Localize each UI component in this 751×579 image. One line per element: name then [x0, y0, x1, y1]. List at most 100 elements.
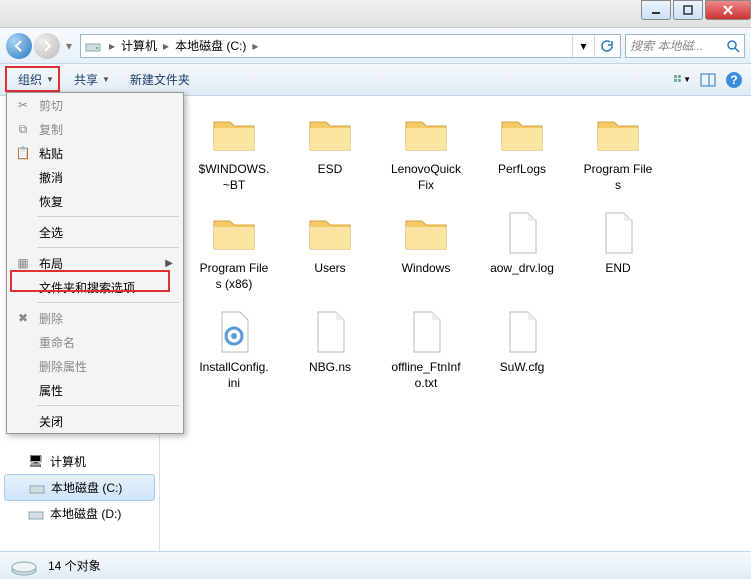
file-icon: [210, 308, 258, 356]
preview-pane-button[interactable]: [699, 71, 717, 89]
sidebar-item-label: 本地磁盘 (C:): [51, 479, 122, 496]
menu-properties[interactable]: 属性: [7, 378, 183, 402]
menu-label: 全选: [39, 224, 63, 241]
item-label: $WINDOWS.~BT: [198, 162, 270, 193]
folder-icon: [402, 110, 450, 158]
folder-icon: [210, 110, 258, 158]
menu-remove-props[interactable]: 删除属性: [7, 354, 183, 378]
item-label: PerfLogs: [498, 162, 546, 178]
file-icon: [498, 209, 546, 257]
file-item[interactable]: Windows: [386, 205, 466, 296]
back-button[interactable]: [6, 33, 32, 59]
help-button[interactable]: ?: [725, 71, 743, 89]
menu-label: 复制: [39, 121, 63, 138]
menu-layout[interactable]: ▦布局▶: [7, 251, 183, 275]
close-button[interactable]: [705, 0, 751, 20]
menu-close[interactable]: 关闭: [7, 409, 183, 433]
file-icon: [402, 308, 450, 356]
menu-paste[interactable]: 📋粘贴: [7, 141, 183, 165]
item-label: InstallConfig.ini: [198, 360, 270, 391]
status-bar: 14 个对象: [0, 551, 751, 579]
breadcrumb-sep[interactable]: ▸: [248, 39, 262, 53]
menu-copy[interactable]: ⧉ 复制: [7, 117, 183, 141]
status-count: 14 个对象: [48, 557, 101, 574]
file-item[interactable]: aow_drv.log: [482, 205, 562, 296]
organize-button[interactable]: 组织▼: [8, 67, 64, 92]
menu-selectall[interactable]: 全选: [7, 220, 183, 244]
menu-label: 删除属性: [39, 358, 87, 375]
folder-icon: [594, 110, 642, 158]
copy-icon: ⧉: [15, 121, 31, 137]
file-item[interactable]: SuW.cfg: [482, 304, 562, 395]
refresh-button[interactable]: [594, 35, 616, 57]
minimize-button[interactable]: [641, 0, 671, 20]
menu-separator: [37, 247, 179, 248]
item-label: SuW.cfg: [500, 360, 545, 376]
file-item[interactable]: END: [578, 205, 658, 296]
breadcrumb-drive[interactable]: 本地磁盘 (C:): [173, 37, 248, 54]
share-label: 共享: [74, 71, 98, 88]
menu-delete[interactable]: ✖删除: [7, 306, 183, 330]
newfolder-button[interactable]: 新建文件夹: [120, 67, 200, 92]
file-item[interactable]: LenovoQuickFix: [386, 106, 466, 197]
drive-icon: [85, 38, 101, 54]
folder-icon: [306, 110, 354, 158]
menu-redo[interactable]: 恢复: [7, 189, 183, 213]
file-icon: [498, 308, 546, 356]
paste-icon: 📋: [15, 145, 31, 161]
newfolder-label: 新建文件夹: [130, 71, 190, 88]
sidebar-item-drive-d[interactable]: 本地磁盘 (D:): [0, 501, 159, 526]
file-item[interactable]: Program Files (x86): [194, 205, 274, 296]
file-item[interactable]: PerfLogs: [482, 106, 562, 197]
file-icon: [594, 209, 642, 257]
menu-label: 文件夹和搜索选项: [39, 279, 135, 296]
file-item[interactable]: ESD: [290, 106, 370, 197]
item-label: aow_drv.log: [490, 261, 554, 277]
item-label: END: [605, 261, 630, 277]
item-label: Windows: [402, 261, 451, 277]
drive-icon: [28, 506, 44, 522]
sidebar-item-drive-c[interactable]: 本地磁盘 (C:): [4, 474, 155, 501]
menu-label: 撤消: [39, 169, 63, 186]
svg-text:?: ?: [730, 73, 737, 87]
address-bar[interactable]: ▸ 计算机 ▸ 本地磁盘 (C:) ▸ ▾: [80, 34, 621, 58]
file-item[interactable]: InstallConfig.ini: [194, 304, 274, 395]
content-area[interactable]: $WINDOWS.~BT ESD LenovoQuickFix PerfLogs Pro…: [160, 96, 751, 551]
share-button[interactable]: 共享▼: [64, 67, 120, 92]
breadcrumb-computer[interactable]: 计算机: [119, 37, 159, 54]
search-input[interactable]: 搜索 本地磁...: [625, 34, 745, 58]
menu-label: 删除: [39, 310, 63, 327]
organize-label: 组织: [18, 71, 42, 88]
layout-icon: ▦: [15, 255, 31, 271]
file-item[interactable]: Users: [290, 205, 370, 296]
view-options-button[interactable]: ▼: [673, 71, 691, 89]
menu-label: 关闭: [39, 413, 63, 430]
sidebar-item-computer[interactable]: 🖥计算机: [0, 449, 159, 474]
menu-separator: [37, 216, 179, 217]
nav-history-dropdown[interactable]: ▾: [62, 39, 76, 53]
item-label: Program Files: [582, 162, 654, 193]
menu-label: 属性: [39, 382, 63, 399]
file-item[interactable]: $WINDOWS.~BT: [194, 106, 274, 197]
breadcrumb-sep[interactable]: ▸: [105, 39, 119, 53]
file-item[interactable]: offline_FtnInfo.txt: [386, 304, 466, 395]
file-icon: [306, 308, 354, 356]
breadcrumb: ▸ 计算机 ▸ 本地磁盘 (C:) ▸: [105, 37, 262, 54]
menu-folder-options[interactable]: 文件夹和搜索选项: [7, 275, 183, 299]
item-label: LenovoQuickFix: [390, 162, 462, 193]
menu-undo[interactable]: 撤消: [7, 165, 183, 189]
file-item[interactable]: NBG.ns: [290, 304, 370, 395]
item-label: Users: [314, 261, 345, 277]
scissors-icon: ✂: [15, 97, 31, 113]
folder-icon: [498, 110, 546, 158]
menu-rename[interactable]: 重命名: [7, 330, 183, 354]
maximize-button[interactable]: [673, 0, 703, 20]
sidebar-item-label: 本地磁盘 (D:): [50, 505, 121, 522]
breadcrumb-sep[interactable]: ▸: [159, 39, 173, 53]
folder-icon: [402, 209, 450, 257]
menu-cut[interactable]: ✂剪切: [7, 93, 183, 117]
file-item[interactable]: Program Files: [578, 106, 658, 197]
address-dropdown[interactable]: ▾: [572, 35, 594, 57]
item-label: Program Files (x86): [198, 261, 270, 292]
forward-button[interactable]: [34, 33, 60, 59]
